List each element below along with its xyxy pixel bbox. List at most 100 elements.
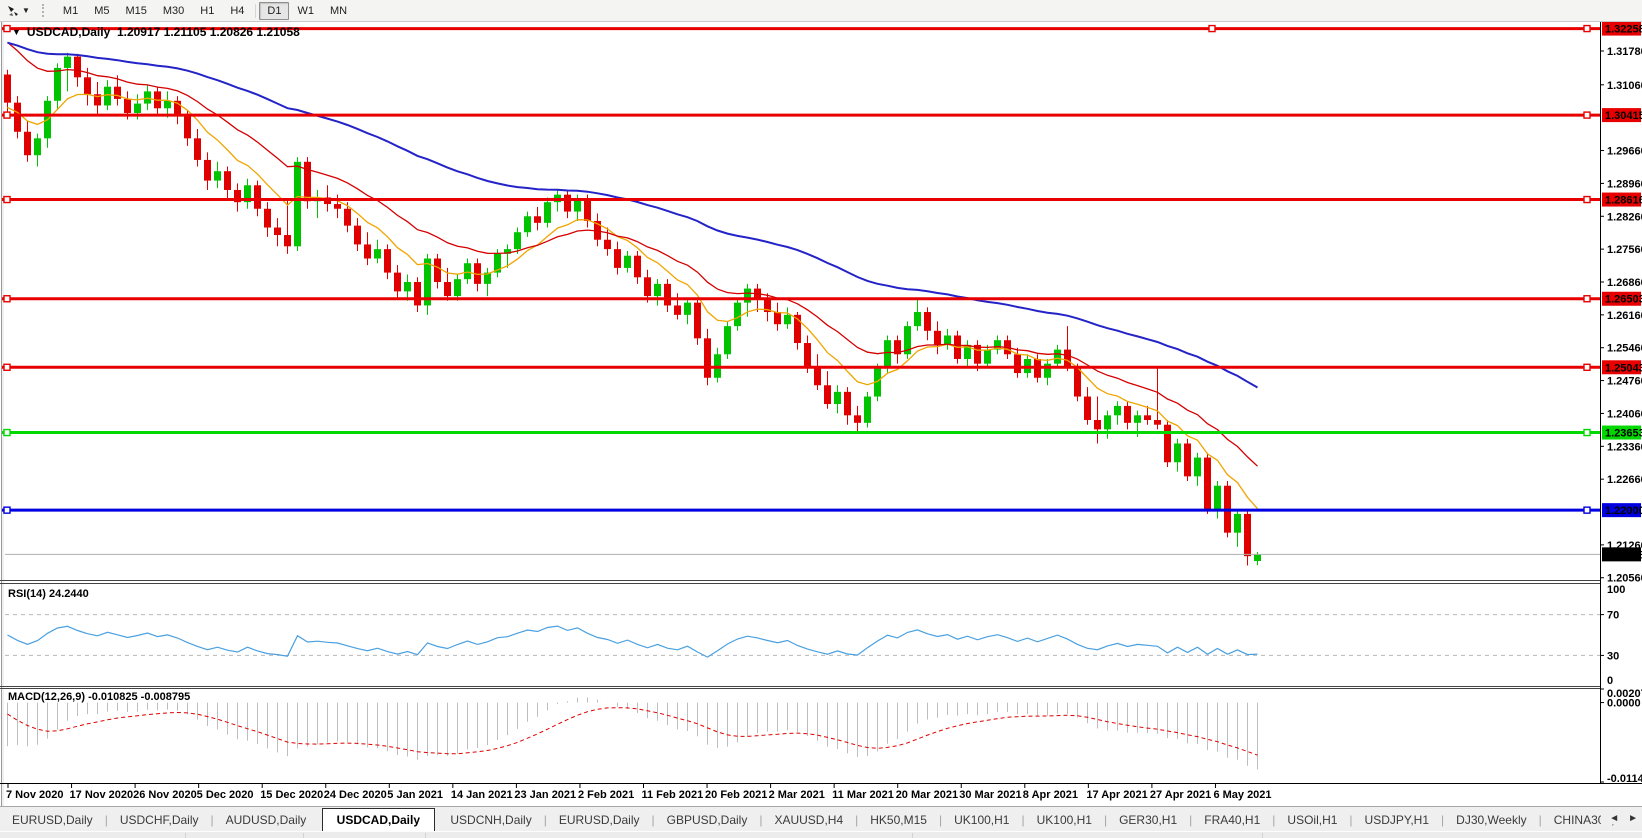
price-tick-label: 1.24760 <box>1607 376 1642 388</box>
chart-tab-usdjpy-h1[interactable]: USDJPY,H1 <box>1353 809 1441 832</box>
timeframe-button-d1[interactable]: D1 <box>259 2 289 20</box>
chart-tab-fra40-h1[interactable]: FRA40,H1 <box>1192 809 1272 832</box>
chart-tab-usoil-h1[interactable]: USOil,H1 <box>1275 809 1349 832</box>
timeframe-button-m30[interactable]: M30 <box>155 2 192 20</box>
collapse-triangle-icon[interactable]: ▼ <box>12 27 21 37</box>
timeframe-button-m5[interactable]: M5 <box>86 2 117 20</box>
date-tick-label: 6 May 2021 <box>1213 789 1271 801</box>
chevron-down-icon: ▼ <box>22 7 30 15</box>
price-tick-label: 1.28960 <box>1607 178 1642 190</box>
hline-anchor[interactable] <box>4 364 10 370</box>
hline-anchor[interactable] <box>4 507 10 513</box>
timeframe-button-m15[interactable]: M15 <box>117 2 154 20</box>
date-tick-label: 7 Nov 2020 <box>6 789 63 801</box>
price-line-badge-label: 1.23653 <box>1605 428 1642 440</box>
hline-anchor[interactable] <box>1584 26 1590 32</box>
hline-anchor[interactable] <box>1584 112 1590 118</box>
toolbar-drag-handle[interactable] <box>42 4 49 17</box>
date-axis: 7 Nov 202017 Nov 202026 Nov 20205 Dec 20… <box>6 783 1272 801</box>
hline-anchor[interactable] <box>4 430 10 436</box>
hline-anchor[interactable] <box>1584 430 1590 436</box>
timeframe-button-mn[interactable]: MN <box>322 2 355 20</box>
chart-tab-uk100-h1[interactable]: UK100,H1 <box>1025 809 1104 832</box>
rsi-tick-label: 70 <box>1607 610 1619 622</box>
tab-scroll-left-icon[interactable]: ◄ <box>1609 813 1619 824</box>
hline-anchor[interactable] <box>1209 26 1215 32</box>
date-tick-label: 2 Feb 2021 <box>578 789 634 801</box>
chart-tab-ger30-h1[interactable]: GER30,H1 <box>1107 809 1189 832</box>
date-tick-label: 8 Apr 2021 <box>1023 789 1078 801</box>
date-tick-label: 23 Jan 2021 <box>514 789 576 801</box>
price-tick-label: 1.28260 <box>1607 211 1642 223</box>
date-tick-label: 20 Feb 2021 <box>705 789 767 801</box>
hline-anchor[interactable] <box>1584 296 1590 302</box>
date-tick-label: 2 Mar 2021 <box>769 789 825 801</box>
hline-anchor[interactable] <box>4 197 10 203</box>
timeframe-button-h4[interactable]: H4 <box>222 2 252 20</box>
price-line-badge-label: 1.30415 <box>1605 110 1642 122</box>
date-tick-label: 30 Mar 2021 <box>959 789 1021 801</box>
timeframe-button-h1[interactable]: H1 <box>192 2 222 20</box>
date-tick-label: 11 Feb 2021 <box>642 789 704 801</box>
date-tick-label: 14 Jan 2021 <box>451 789 513 801</box>
rsi-line <box>8 626 1258 657</box>
chart-tab-hk50-m15[interactable]: HK50,M15 <box>858 809 939 832</box>
date-tick-label: 11 Mar 2021 <box>832 789 894 801</box>
price-line-badge-label: 1.28616 <box>1605 195 1642 207</box>
price-tick-label: 1.23360 <box>1607 441 1642 453</box>
chart-symbol: USDCAD,Daily <box>27 25 110 39</box>
chart-canvas[interactable]: 1.317801.310601.296601.289601.282601.275… <box>0 0 1642 806</box>
chart-tab-xauusd-h4[interactable]: XAUUSD,H4 <box>762 809 855 832</box>
chart-tab-usdcad-daily[interactable]: USDCAD,Daily <box>322 808 435 833</box>
toolbar-separator <box>255 4 256 18</box>
chart-tab-usdcnh-daily[interactable]: USDCNH,Daily <box>438 809 543 832</box>
rsi-tick-label: 30 <box>1607 650 1619 662</box>
chart-tab-audusd-daily[interactable]: AUDUSD,Daily <box>214 809 319 832</box>
hline-anchor[interactable] <box>1584 197 1590 203</box>
date-tick-label: 24 Dec 2020 <box>324 789 387 801</box>
chart-tab-eurusd-daily[interactable]: EURUSD,Daily <box>547 809 652 832</box>
price-axis: 1.317801.310601.296601.289601.282601.275… <box>1600 21 1642 783</box>
price-tick-label: 1.26160 <box>1607 310 1642 322</box>
macd-panel: 0.0020730.0000-0.011435 <box>8 688 1642 785</box>
rsi-indicator-label: RSI(14) 24.2440 <box>8 588 89 600</box>
chart-tab-usdchf-daily[interactable]: USDCHF,Daily <box>108 809 211 832</box>
date-tick-label: 17 Apr 2021 <box>1086 789 1147 801</box>
macd-signal-line <box>8 708 1258 755</box>
date-tick-label: 5 Jan 2021 <box>387 789 443 801</box>
chart-tab-uk100-h1[interactable]: UK100,H1 <box>942 809 1021 832</box>
date-tick-label: 20 Mar 2021 <box>896 789 958 801</box>
price-tick-label: 1.22660 <box>1607 474 1642 486</box>
crosshair-cursor-icon[interactable]: ▼ <box>0 3 34 19</box>
macd-indicator-label: MACD(12,26,9) -0.010825 -0.008795 <box>8 691 190 703</box>
chart-tab-dj30-weekly[interactable]: DJ30,Weekly <box>1444 809 1538 832</box>
timeframe-button-m1[interactable]: M1 <box>55 2 86 20</box>
tab-scroll-right-icon[interactable]: ► <box>1628 813 1638 824</box>
hline-anchor[interactable] <box>4 26 10 32</box>
rsi-tick-label: 100 <box>1607 584 1625 596</box>
bottom-strip <box>0 831 1642 838</box>
mt4-window: ▼ M1M5M15M30H1H4 D1W1MN ▼ USDCAD,Daily 1.2… <box>0 0 1642 838</box>
hline-anchor[interactable] <box>1584 364 1590 370</box>
price-tick-label: 1.25460 <box>1607 343 1642 355</box>
macd-tick-label: -0.011435 <box>1607 773 1642 785</box>
date-tick-label: 5 Dec 2020 <box>197 789 254 801</box>
price-tick-label: 1.20560 <box>1607 573 1642 585</box>
timeframe-button-w1[interactable]: W1 <box>289 2 322 20</box>
price-tick-label: 1.29660 <box>1607 146 1642 158</box>
date-tick-label: 27 Apr 2021 <box>1150 789 1211 801</box>
price-line-badge-label: 1.25043 <box>1605 362 1642 374</box>
hline-anchor[interactable] <box>4 296 10 302</box>
hline-anchor[interactable] <box>4 112 10 118</box>
chart-tab-bar: EURUSD,Daily|USDCHF,Daily|AUDUSD,Daily U… <box>0 806 1642 832</box>
price-tick-label: 1.27560 <box>1607 244 1642 256</box>
chart-ohlc-values: 1.20917 1.21105 1.20826 1.21058 <box>117 25 300 39</box>
toolbar: ▼ M1M5M15M30H1H4 D1W1MN <box>0 0 1642 22</box>
price-line-badge-label: 1.22000 <box>1605 505 1642 517</box>
chart-tab-eurusd-daily[interactable]: EURUSD,Daily <box>0 809 105 832</box>
hline-anchor[interactable] <box>1584 507 1590 513</box>
price-tick-label: 1.31060 <box>1607 80 1642 92</box>
chart-tab-gbpusd-daily[interactable]: GBPUSD,Daily <box>655 809 760 832</box>
date-tick-label: 17 Nov 2020 <box>70 789 134 801</box>
candles-layer <box>4 53 1261 566</box>
